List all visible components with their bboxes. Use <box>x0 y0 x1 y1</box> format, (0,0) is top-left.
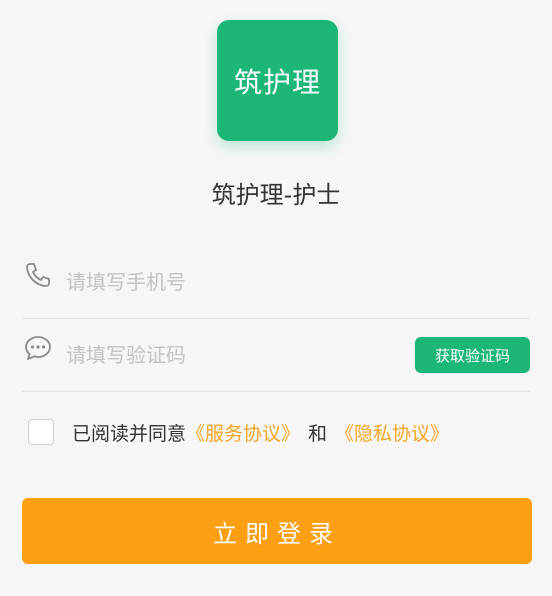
app-title: 筑护理-护士 <box>211 181 341 209</box>
privacy-agreement-link[interactable]: 《隐私协议》 <box>335 419 449 446</box>
login-page: 筑护理 筑护理-护士 获取验证码 已阅读并同意 《服务协议》 和 《隐私协议》 … <box>0 0 552 596</box>
get-code-button[interactable]: 获取验证码 <box>415 337 530 373</box>
app-logo: 筑护理 <box>217 20 338 141</box>
agreement-joiner: 和 <box>308 422 328 445</box>
phone-input[interactable] <box>66 263 396 301</box>
verification-code-field: 获取验证码 <box>22 318 530 392</box>
service-agreement-link[interactable]: 《服务协议》 <box>186 419 300 446</box>
app-logo-text: 筑护理 <box>233 65 321 99</box>
phone-field <box>22 245 530 319</box>
verification-code-input[interactable] <box>66 336 396 374</box>
agreement-checkbox[interactable] <box>28 419 54 445</box>
agreement-row: 已阅读并同意 《服务协议》 和 《隐私协议》 <box>28 418 449 446</box>
agreement-prefix: 已阅读并同意 <box>72 422 187 445</box>
login-button[interactable]: 立即登录 <box>22 498 532 564</box>
phone-icon <box>26 263 50 287</box>
chat-bubble-icon <box>25 336 51 360</box>
